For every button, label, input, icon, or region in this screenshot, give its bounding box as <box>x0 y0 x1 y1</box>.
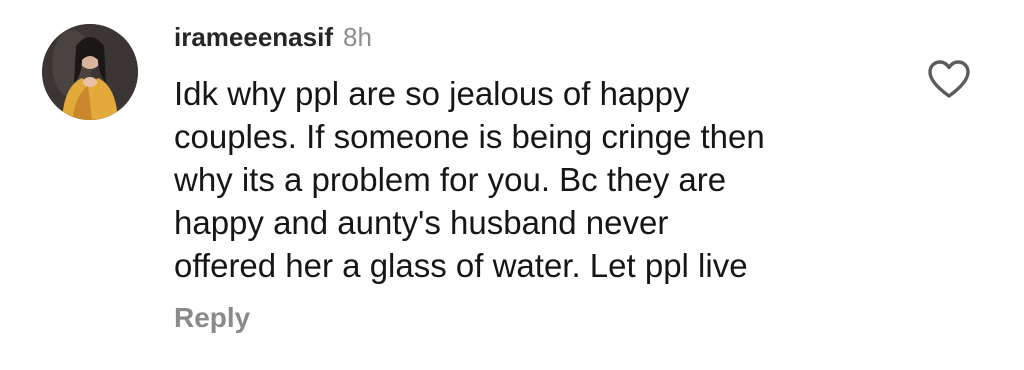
avatar-image <box>42 24 138 120</box>
heart-outline-icon <box>928 60 970 98</box>
comment-text-line: offered her a glass of water. Let ppl li… <box>174 247 748 284</box>
comment-item: irameeenasif 8h Idk why ppl are so jealo… <box>0 0 1024 370</box>
username-link[interactable]: irameeenasif <box>174 22 333 53</box>
comment-text: Idk why ppl are so jealous of happy coup… <box>174 72 894 287</box>
comment-text-line: happy and aunty's husband never <box>174 204 669 241</box>
comment-text-line: Idk why ppl are so jealous of happy <box>174 75 690 112</box>
reply-button[interactable]: Reply <box>174 302 250 334</box>
comment-text-line: couples. If someone is being cringe then <box>174 118 765 155</box>
avatar[interactable] <box>42 24 138 120</box>
comment-timestamp: 8h <box>342 22 372 52</box>
comment-header: irameeenasif 8h <box>174 22 372 56</box>
like-button[interactable] <box>926 58 972 100</box>
comment-text-line: why its a problem for you. Bc they are <box>174 161 727 198</box>
